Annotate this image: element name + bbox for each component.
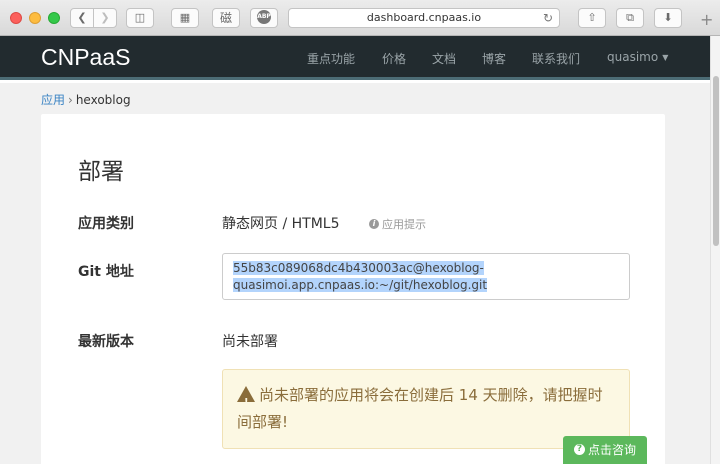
site-navbar: CNPaaS 重点功能 价格 文档 博客 联系我们 quasimo ▼	[0, 36, 710, 80]
forward-icon: ❯	[100, 11, 110, 24]
tabs-button[interactable]: ⧉	[616, 8, 644, 28]
browser-toolbar: ❮ ❯ ◫ ▦ 磁 ABP dashboard.cnpaas.io ↻ ⇧ ⧉ …	[0, 0, 720, 36]
scroll-thumb[interactable]	[713, 76, 719, 246]
user-menu[interactable]: quasimo ▼	[607, 50, 668, 64]
nav-item-blog[interactable]: 博客	[482, 50, 506, 67]
back-icon: ❮	[77, 11, 87, 24]
brand-logo[interactable]: CNPaaS	[41, 44, 130, 71]
nav-item-features[interactable]: 重点功能	[307, 50, 355, 67]
share-icon: ⇧	[587, 11, 597, 24]
nav-item-pricing[interactable]: 价格	[382, 50, 406, 67]
nav-item-docs[interactable]: 文档	[432, 50, 456, 67]
address-bar[interactable]: dashboard.cnpaas.io ↻	[288, 8, 560, 28]
app-type-value: 静态网页 / HTML5	[222, 216, 340, 232]
question-icon: ?	[573, 444, 585, 455]
reload-icon[interactable]: ↻	[543, 9, 553, 27]
consult-button[interactable]: ? 点击咨询	[563, 436, 647, 464]
consult-label: 点击咨询	[587, 443, 636, 457]
info-icon: i	[369, 219, 379, 229]
app-hint-link[interactable]: i 应用提示	[369, 216, 426, 232]
git-address-label: Git 地址	[78, 264, 134, 280]
app-type-label: 应用类别	[78, 216, 134, 232]
git-address-line-1: 55b83c089068dc4b430003ac@hexoblog-	[233, 261, 484, 275]
forward-button[interactable]: ❯	[93, 8, 117, 28]
git-address-line-2: quasimoi.app.cnpaas.io:~/git/hexoblog.gi…	[233, 278, 488, 292]
image-extension-button[interactable]: ▦	[171, 8, 199, 28]
git-address-field[interactable]: 55b83c089068dc4b430003ac@hexoblog- quasi…	[222, 253, 630, 300]
page-title: 部署	[78, 159, 124, 185]
user-name: quasimo	[607, 50, 659, 64]
breadcrumb-separator: ›	[68, 93, 73, 107]
share-button[interactable]: ⇧	[578, 8, 606, 28]
sidebar-toggle-button[interactable]: ◫	[126, 8, 154, 28]
maximize-window-button[interactable]	[48, 12, 60, 24]
close-window-button[interactable]	[10, 12, 22, 24]
breadcrumb-current: hexoblog	[75, 93, 131, 107]
latest-version-label: 最新版本	[78, 334, 134, 350]
tabs-icon: ⧉	[626, 11, 634, 24]
downloads-button[interactable]: ⬇	[654, 8, 682, 28]
app-hint-text: 应用提示	[382, 218, 426, 231]
back-button[interactable]: ❮	[70, 8, 94, 28]
sidebar-icon: ◫	[134, 11, 146, 24]
new-tab-button[interactable]: +	[700, 10, 713, 29]
download-icon: ⬇	[663, 11, 673, 24]
nav-item-contact[interactable]: 联系我们	[532, 50, 580, 67]
abp-icon: ABP	[257, 10, 271, 24]
text-extension-button[interactable]: 磁	[212, 8, 240, 28]
plus-icon: +	[700, 10, 714, 29]
url-text: dashboard.cnpaas.io	[366, 11, 482, 24]
adblock-button[interactable]: ABP	[250, 8, 278, 28]
latest-version-value: 尚未部署	[222, 334, 278, 350]
page-scrollbar[interactable]	[710, 36, 720, 464]
caret-down-icon: ▼	[662, 53, 669, 62]
breadcrumb-apps-link[interactable]: 应用	[41, 93, 65, 107]
warning-icon	[237, 386, 255, 416]
image-icon: ▦	[179, 11, 191, 24]
breadcrumb: 应用 › hexoblog	[41, 91, 131, 108]
minimize-window-button[interactable]	[29, 12, 41, 24]
alert-text: 尚未部署的应用将会在创建后 14 天删除，请把握时间部署!	[237, 386, 603, 431]
